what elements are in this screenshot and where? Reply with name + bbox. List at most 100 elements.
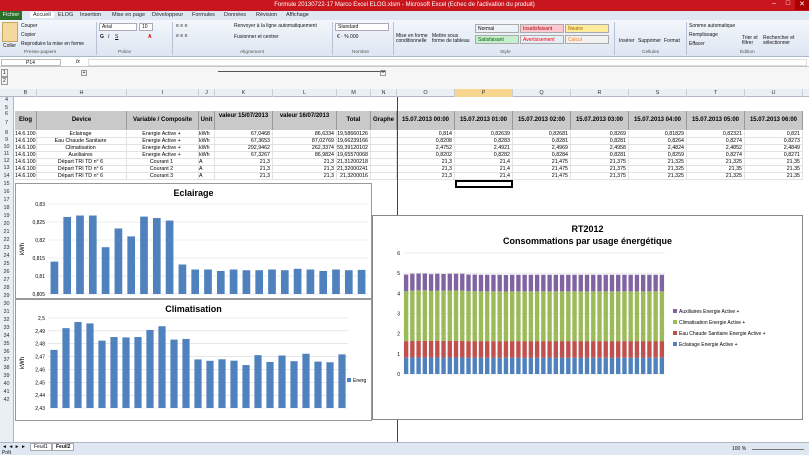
tab-insert[interactable]: Insertion — [80, 12, 101, 18]
column-header-B[interactable]: B — [15, 89, 37, 97]
column-header-T[interactable]: T — [687, 89, 745, 97]
row-header[interactable]: 11 — [0, 151, 13, 157]
table-cell[interactable]: 21,35 — [745, 159, 803, 166]
table-cell[interactable]: 0,8202 — [397, 152, 455, 159]
style-normal[interactable]: Normal — [475, 24, 519, 33]
align-left-icon[interactable]: ≡ ≡ ≡ — [176, 33, 188, 39]
table-cell[interactable]: 87,02769 — [273, 138, 337, 145]
autosum-button[interactable]: Somme automatique — [689, 23, 735, 29]
table-cell[interactable]: 86,9824 — [273, 152, 337, 159]
style-good[interactable]: Satisfaisant — [475, 35, 519, 44]
format-painter-button[interactable]: Reproduire la mise en forme — [21, 41, 84, 47]
sheet-tab-1[interactable]: Feuil1 — [30, 443, 52, 451]
table-cell[interactable]: 21,375 — [571, 173, 629, 180]
table-cell[interactable]: 0,8273 — [745, 138, 803, 145]
table-cell[interactable]: Climatisation — [37, 145, 127, 152]
name-box[interactable]: P14 — [1, 59, 61, 66]
table-cell[interactable]: 21,325 — [687, 173, 745, 180]
row-header[interactable]: 23 — [0, 245, 13, 251]
tab-data[interactable]: Données — [224, 12, 246, 18]
table-header-cell[interactable]: 15.07.2013 06:00 — [745, 111, 803, 130]
table-cell[interactable]: 21,3 — [215, 173, 273, 180]
table-cell[interactable]: 21,325 — [629, 166, 687, 173]
sort-filter-button[interactable]: Trier et filtrer — [742, 36, 762, 46]
table-cell[interactable]: 2,4849 — [745, 145, 803, 152]
table-header-cell[interactable]: 15.07.2013 01:00 — [455, 111, 513, 130]
align-top-icon[interactable]: ≡ ≡ ≡ — [176, 23, 188, 29]
style-calc[interactable]: Calcul — [565, 35, 609, 44]
table-cell[interactable]: 0,8283 — [455, 138, 513, 145]
row-header[interactable]: 6 — [0, 111, 13, 117]
format-cells-button[interactable]: Format — [664, 38, 680, 44]
table-cell[interactable]: 21,32000241 — [337, 166, 371, 173]
table-cell[interactable]: 67,0468 — [215, 131, 273, 138]
table-cell[interactable]: 21,35 — [745, 166, 803, 173]
row-header[interactable]: 21 — [0, 229, 13, 235]
row-header[interactable]: 37 — [0, 357, 13, 363]
style-warning[interactable]: Avertissement — [520, 35, 564, 44]
table-cell[interactable] — [371, 131, 397, 138]
table-cell[interactable]: 86,6334 — [273, 131, 337, 138]
outline-level-2[interactable]: 2 — [1, 77, 8, 85]
table-cell[interactable]: 21,475 — [513, 173, 571, 180]
row-header[interactable]: 7 — [0, 120, 13, 126]
minimize-icon[interactable]: – — [767, 0, 781, 10]
table-cell[interactable]: 21,31200218 — [337, 159, 371, 166]
table-header-cell[interactable]: 15.07.2013 04:00 — [629, 111, 687, 130]
table-cell[interactable]: Courant 1 — [127, 159, 199, 166]
table-header-cell[interactable]: 15.07.2013 00:00 — [397, 111, 455, 130]
table-cell[interactable]: A — [199, 166, 215, 173]
table-cell[interactable]: Départ TRI TD n° 6 — [37, 173, 127, 180]
table-cell[interactable]: 19,58660126 — [337, 131, 371, 138]
tab-page-layout[interactable]: Mise en page — [112, 12, 145, 18]
paste-icon[interactable] — [2, 22, 18, 42]
row-header[interactable]: 14 — [0, 173, 13, 179]
table-cell[interactable]: 0,81829 — [629, 131, 687, 138]
table-cell[interactable]: 21,325 — [629, 173, 687, 180]
italic-icon[interactable]: I — [108, 34, 109, 40]
table-header-cell[interactable]: 15.07.2013 02:00 — [513, 111, 571, 130]
table-cell[interactable]: 67,3653 — [215, 138, 273, 145]
table-cell[interactable]: 21,475 — [513, 166, 571, 173]
table-cell[interactable]: 0,821 — [745, 131, 803, 138]
column-header-J[interactable]: J — [199, 89, 215, 97]
table-header-cell[interactable]: Elog — [15, 111, 37, 130]
table-cell[interactable] — [371, 152, 397, 159]
clear-button[interactable]: Effacer — [689, 41, 705, 47]
table-header-cell[interactable]: 15.07.2013 05:00 — [687, 111, 745, 130]
column-header-L[interactable]: L — [273, 89, 337, 97]
table-cell[interactable]: Courant 2 — [127, 166, 199, 173]
fill-button[interactable]: Remplissage — [689, 32, 718, 38]
table-cell[interactable]: 21,325 — [629, 159, 687, 166]
tab-review[interactable]: Révision — [256, 12, 277, 18]
table-cell[interactable]: 21,375 — [571, 159, 629, 166]
row-header[interactable]: 31 — [0, 309, 13, 315]
zoom-slider[interactable] — [752, 449, 804, 450]
table-cell[interactable]: 0,8269 — [571, 131, 629, 138]
table-cell[interactable]: 0,8259 — [629, 152, 687, 159]
selected-cell[interactable] — [455, 180, 513, 188]
table-cell[interactable]: 21,375 — [571, 166, 629, 173]
table-cell[interactable]: 2,4752 — [397, 145, 455, 152]
table-cell[interactable]: 0,8281 — [571, 138, 629, 145]
row-header[interactable]: 22 — [0, 237, 13, 243]
row-header[interactable]: 27 — [0, 277, 13, 283]
row-header[interactable]: 4 — [0, 97, 13, 103]
table-cell[interactable]: 14.6.100.1 — [15, 138, 37, 145]
formula-input[interactable] — [88, 59, 807, 66]
column-header-U[interactable]: U — [745, 89, 803, 97]
table-cell[interactable]: 21,3 — [215, 166, 273, 173]
table-cell[interactable] — [371, 138, 397, 145]
table-cell[interactable]: Courant 3 — [127, 173, 199, 180]
table-cell[interactable]: 14.6.100.1 — [15, 166, 37, 173]
row-header[interactable]: 36 — [0, 349, 13, 355]
table-cell[interactable]: 14.6.100.1 — [15, 159, 37, 166]
table-cell[interactable]: 14.6.100.1 — [15, 131, 37, 138]
outline-collapse-icon[interactable]: − — [380, 70, 386, 76]
row-header[interactable]: 26 — [0, 269, 13, 275]
table-header-cell[interactable]: Graphe — [371, 111, 397, 130]
style-neutral[interactable]: Neutre — [565, 24, 609, 33]
table-header-cell[interactable]: valeur 16/07/2013 — [273, 111, 337, 130]
table-cell[interactable]: 21,3 — [273, 166, 337, 173]
row-header[interactable]: 12 — [0, 158, 13, 164]
